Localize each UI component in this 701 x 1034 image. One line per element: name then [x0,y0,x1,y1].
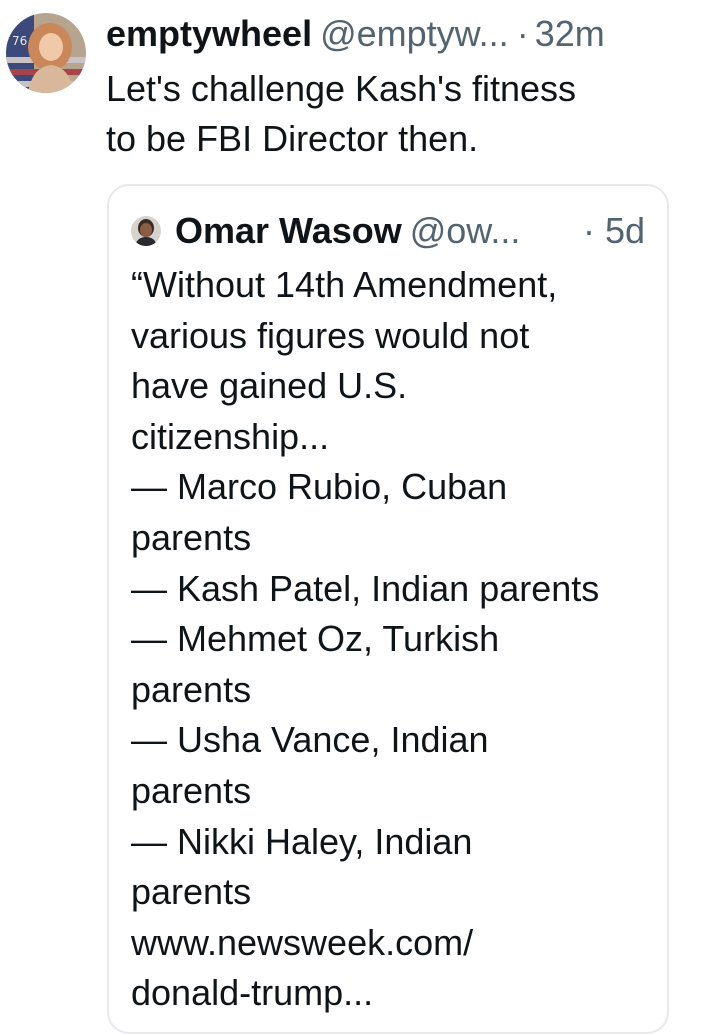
avatar-badge-text: 76 [12,34,27,48]
tweet-text: Let's challenge Kash's fitness to be FBI… [106,64,666,164]
quoted-text-line: parents [131,871,252,913]
quoted-author-handle: @ow... [409,210,521,251]
tweet-text-line: Let's challenge Kash's fitness [106,68,577,109]
tweet-header: emptywheel @emptyw... · 32m [106,12,686,56]
tweet-timestamp[interactable]: 32m [535,13,605,54]
quoted-tweet-timestamp: · 5d [582,210,645,251]
quoted-author-display-name: Omar Wasow [175,210,402,251]
quoted-text-line: parents [131,668,252,710]
quoted-link-text[interactable]: www.newsweek.com/ [131,918,661,969]
quoted-link-text[interactable]: donald-trump... [131,968,661,1019]
quoted-tweet-card[interactable]: Omar Wasow @ow... · 5d “Without 14th Amen… [107,184,669,1034]
quoted-text-line: citizenship... [131,415,330,457]
author-handle[interactable]: @emptyw... [320,13,509,54]
tweet-text-line: to be FBI Director then. [106,118,479,159]
quoted-text-line: — Kash Patel, Indian parents [131,567,600,609]
quoted-author-avatar [131,216,161,246]
quoted-text-line: “Without 14th Amendment, [131,264,558,305]
quoted-tweet-text: “Without 14th Amendment, various figures… [131,260,661,1019]
quoted-text-line: — Usha Vance, Indian [131,719,489,761]
quoted-text-line: have gained U.S. [131,365,408,407]
quoted-text-line: parents [131,516,252,558]
quoted-text-line: — Marco Rubio, Cuban [131,466,508,508]
quoted-text-line: various figures would not [131,314,530,356]
author-display-name[interactable]: emptywheel [106,13,312,54]
author-avatar[interactable]: 76 [6,13,86,93]
quoted-text-line: — Mehmet Oz, Turkish [131,618,500,660]
header-separator: · [516,13,529,54]
quoted-text-line: — Nikki Haley, Indian [131,820,473,862]
quoted-text-line: parents [131,769,252,811]
